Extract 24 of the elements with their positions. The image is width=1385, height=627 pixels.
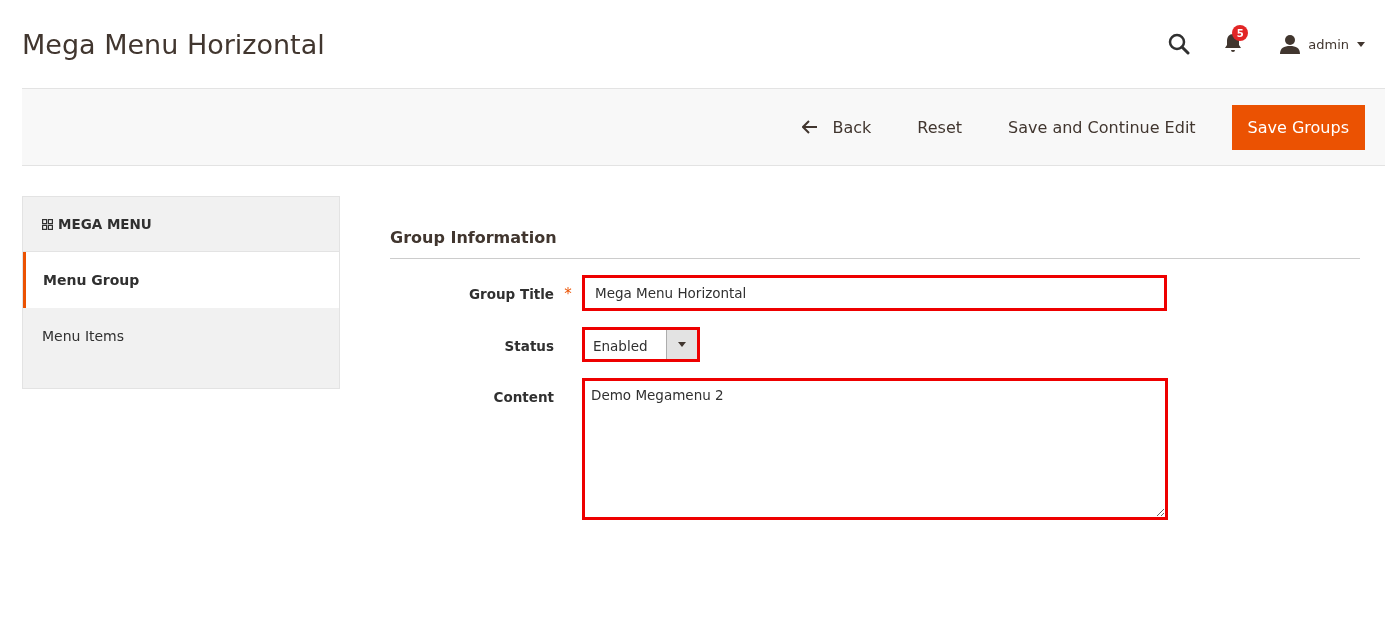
section-title: Group Information (390, 228, 1360, 259)
sidebar-title: MEGA MENU (58, 216, 152, 232)
save-button[interactable]: Save Groups (1231, 104, 1365, 150)
caret-icon[interactable] (1357, 41, 1365, 47)
notification-badge: 5 (1232, 25, 1249, 41)
sidebar-item[interactable]: Menu Items (23, 308, 339, 364)
field-label: Content (492, 388, 554, 405)
action-button[interactable]: Reset (897, 107, 983, 147)
grid-icon (42, 218, 53, 230)
required-mark: * (564, 285, 572, 303)
sidebar-item[interactable]: Menu Group (23, 252, 339, 308)
status-select[interactable]: Enabled (582, 327, 700, 362)
arrow-left-icon (802, 120, 819, 134)
content-textarea[interactable]: Demo Megamenu 2 (582, 378, 1168, 520)
input-field[interactable]: Mega Menu Horizontal (582, 275, 1167, 311)
action-button[interactable]: Save and Continue Edit (988, 107, 1216, 147)
search-icon[interactable] (1168, 33, 1191, 55)
field-label: Group Title (467, 285, 554, 302)
caret-icon (678, 342, 686, 347)
field-label: Status (503, 337, 554, 354)
user-name[interactable]: admin (1308, 36, 1349, 52)
page-title: Mega Menu Horizontal (22, 28, 325, 60)
back-button[interactable]: Back (782, 107, 892, 147)
user-icon[interactable] (1280, 34, 1301, 54)
